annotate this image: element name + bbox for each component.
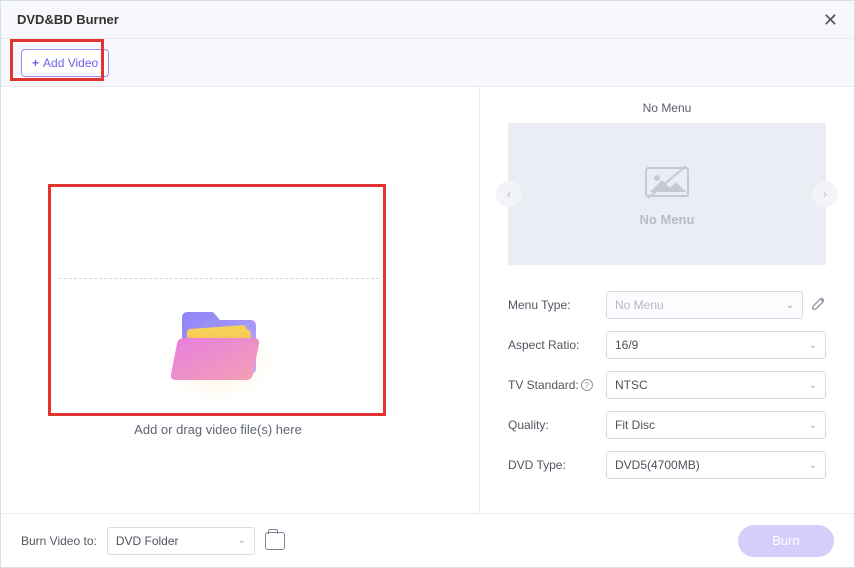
chevron-down-icon: ⌄ xyxy=(809,460,817,471)
footer-left: Burn Video to: DVD Folder ⌄ xyxy=(21,527,285,555)
select-quality-value: Fit Disc xyxy=(615,418,655,432)
preview-title: No Menu xyxy=(508,101,826,115)
chevron-down-icon: ⌄ xyxy=(237,535,245,546)
left-panel: Add or drag video file(s) here xyxy=(1,87,480,513)
chevron-down-icon: ⌄ xyxy=(809,340,817,351)
select-quality[interactable]: Fit Disc ⌄ xyxy=(606,411,826,439)
app-window: DVD&BD Burner ✕ + Add Video xyxy=(0,0,855,568)
content-area: Add or drag video file(s) here No Menu ‹… xyxy=(1,87,854,513)
footer: Burn Video to: DVD Folder ⌄ Burn xyxy=(1,513,854,567)
label-dvd-type: DVD Type: xyxy=(508,458,606,472)
burn-to-label: Burn Video to: xyxy=(21,534,97,548)
close-icon[interactable]: ✕ xyxy=(823,11,838,29)
select-tv-standard[interactable]: NTSC ⌄ xyxy=(606,371,826,399)
label-menu-type: Menu Type: xyxy=(508,298,606,312)
drop-label: Add or drag video file(s) here xyxy=(49,422,387,437)
drop-dashed-line xyxy=(59,278,379,280)
titlebar: DVD&BD Burner ✕ xyxy=(1,1,854,39)
add-video-label: Add Video xyxy=(43,56,98,70)
row-dvd-type: DVD Type: DVD5(4700MB) ⌄ xyxy=(508,451,826,479)
chevron-down-icon: ⌄ xyxy=(809,380,817,391)
select-aspect-ratio[interactable]: 16/9 ⌄ xyxy=(606,331,826,359)
select-burn-target[interactable]: DVD Folder ⌄ xyxy=(107,527,255,555)
label-aspect-ratio: Aspect Ratio: xyxy=(508,338,606,352)
select-burn-target-value: DVD Folder xyxy=(116,534,179,548)
chevron-left-icon: ‹ xyxy=(507,187,511,201)
select-menu-type[interactable]: No Menu ⌄ xyxy=(606,291,803,319)
menu-preview: ‹ No Menu › xyxy=(508,123,826,265)
open-folder-icon[interactable] xyxy=(265,532,285,550)
help-icon[interactable]: ? xyxy=(581,379,593,391)
label-tv-standard: TV Standard: ? xyxy=(508,378,606,392)
label-quality: Quality: xyxy=(508,418,606,432)
plus-icon: + xyxy=(32,56,39,70)
window-title: DVD&BD Burner xyxy=(17,12,119,27)
select-tv-standard-value: NTSC xyxy=(615,378,648,392)
row-aspect-ratio: Aspect Ratio: 16/9 ⌄ xyxy=(508,331,826,359)
chevron-down-icon: ⌄ xyxy=(809,420,817,431)
select-aspect-ratio-value: 16/9 xyxy=(615,338,638,352)
drop-zone[interactable]: Add or drag video file(s) here xyxy=(49,292,387,437)
folder-illustration-icon xyxy=(158,292,278,402)
add-video-button[interactable]: + Add Video xyxy=(21,49,109,77)
toolbar: + Add Video xyxy=(1,39,854,87)
select-dvd-type-value: DVD5(4700MB) xyxy=(615,458,700,472)
preview-placeholder-text: No Menu xyxy=(640,212,695,227)
chevron-down-icon: ⌄ xyxy=(786,300,794,311)
chevron-right-icon: › xyxy=(823,187,827,201)
row-menu-type: Menu Type: No Menu ⌄ xyxy=(508,291,826,319)
select-menu-type-value: No Menu xyxy=(615,298,664,312)
preview-next-button[interactable]: › xyxy=(812,181,838,207)
row-quality: Quality: Fit Disc ⌄ xyxy=(508,411,826,439)
edit-menu-icon[interactable] xyxy=(811,296,826,314)
preview-prev-button[interactable]: ‹ xyxy=(496,181,522,207)
right-panel: No Menu ‹ No Menu › Menu Type: xyxy=(480,87,854,513)
image-placeholder-icon xyxy=(642,162,692,202)
burn-button[interactable]: Burn xyxy=(738,525,834,557)
row-tv-standard: TV Standard: ? NTSC ⌄ xyxy=(508,371,826,399)
select-dvd-type[interactable]: DVD5(4700MB) ⌄ xyxy=(606,451,826,479)
